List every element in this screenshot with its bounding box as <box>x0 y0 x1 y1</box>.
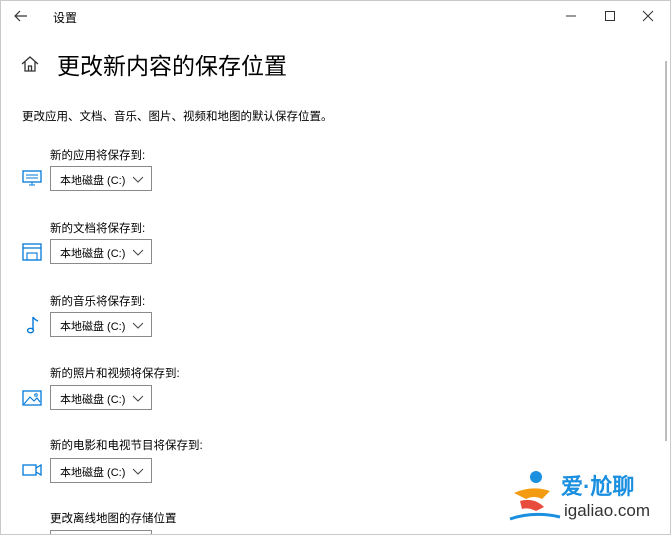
apps-save-label: 新的应用将保存到: <box>50 150 146 162</box>
close-icon <box>642 10 654 22</box>
chevron-down-icon <box>132 395 144 402</box>
minimize-button[interactable] <box>561 6 581 26</box>
apps-drive-value: 本地磁盘 (C:) <box>60 175 126 187</box>
chevron-down-icon <box>132 468 144 475</box>
home-button[interactable] <box>19 53 41 75</box>
scrollbar[interactable] <box>665 61 667 441</box>
music-drive-dropdown[interactable]: 本地磁盘 (C:) <box>50 312 152 337</box>
photos-drive-dropdown[interactable]: 本地磁盘 (C:) <box>50 385 152 410</box>
chevron-down-icon <box>132 249 144 256</box>
drive-icon <box>21 241 43 263</box>
movies-drive-dropdown[interactable]: 本地磁盘 (C:) <box>50 458 152 483</box>
music-drive-value: 本地磁盘 (C:) <box>60 321 126 333</box>
watermark-url: igaliao.com <box>564 501 650 520</box>
chevron-down-icon <box>132 322 144 329</box>
movies-save-label: 新的电影和电视节目将保存到: <box>50 440 203 452</box>
maximize-icon <box>605 11 615 21</box>
watermark: 爱·尬聊 igaliao.com <box>506 467 666 527</box>
page-description: 更改应用、文档、音乐、图片、视频和地图的默认保存位置。 <box>22 111 333 123</box>
chevron-down-icon <box>132 176 144 183</box>
apps-drive-dropdown[interactable]: 本地磁盘 (C:) <box>50 166 152 191</box>
music-save-label: 新的音乐将保存到: <box>50 296 146 308</box>
settings-window: 设置 更改新内容的保存位置 更改应用、文档、音乐、图片、视频和地图的默认保存位置… <box>0 0 671 535</box>
maximize-button[interactable] <box>600 6 620 26</box>
watermark-logo-icon <box>509 471 561 521</box>
photos-save-label: 新的照片和视频将保存到: <box>50 368 180 380</box>
close-button[interactable] <box>638 6 658 26</box>
documents-drive-value: 本地磁盘 (C:) <box>60 248 126 260</box>
music-note-icon <box>21 314 43 336</box>
page-title: 更改新内容的保存位置 <box>57 53 287 79</box>
app-title: 设置 <box>53 11 78 25</box>
documents-drive-dropdown[interactable]: 本地磁盘 (C:) <box>50 239 152 264</box>
picture-icon <box>21 387 43 409</box>
monitor-icon <box>21 167 43 189</box>
title-bar: 设置 <box>1 1 670 32</box>
offline-maps-dropdown[interactable] <box>50 530 152 534</box>
documents-save-label: 新的文档将保存到: <box>50 223 146 235</box>
offline-maps-label: 更改离线地图的存储位置 <box>50 513 177 525</box>
video-camera-icon <box>21 459 43 481</box>
back-arrow-icon <box>14 10 27 22</box>
home-icon <box>21 56 39 72</box>
watermark-title: 爱·尬聊 <box>561 474 635 499</box>
photos-drive-value: 本地磁盘 (C:) <box>60 394 126 406</box>
movies-drive-value: 本地磁盘 (C:) <box>60 467 126 479</box>
back-button[interactable] <box>11 7 31 25</box>
minimize-icon <box>566 15 576 17</box>
